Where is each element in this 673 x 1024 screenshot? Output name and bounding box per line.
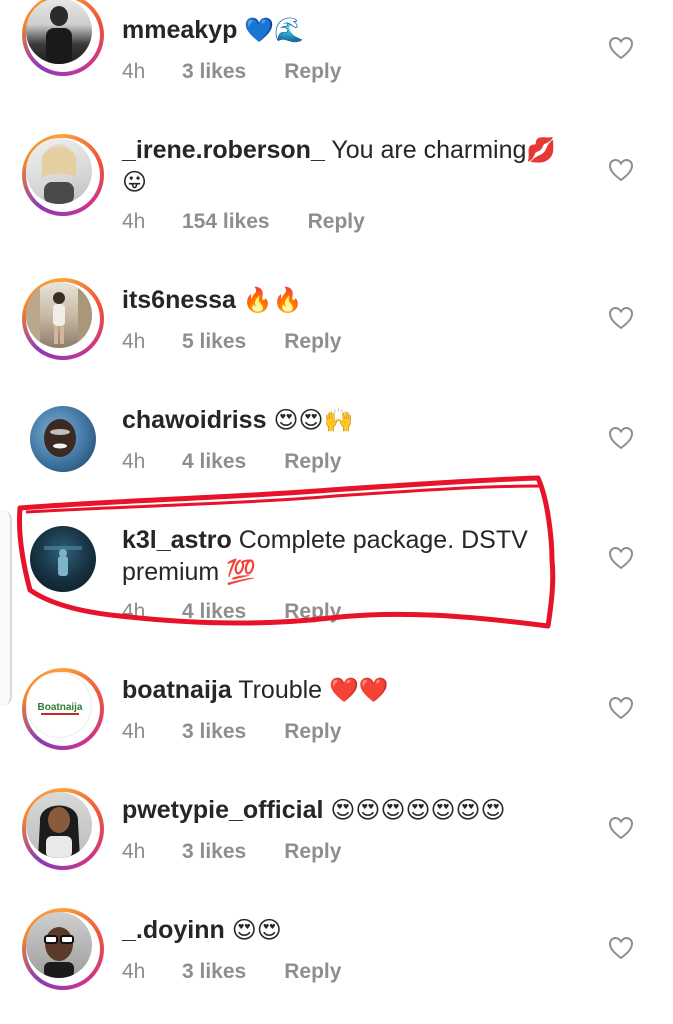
comment-likes[interactable]: 3 likes [182,718,246,746]
comment-text: its6nessa 🔥🔥 [122,284,573,316]
comment-likes[interactable]: 4 likes [182,598,246,626]
reply-button[interactable]: Reply [284,598,341,626]
comment-username[interactable]: boatnaija [122,676,232,704]
comment-time: 4h [122,960,146,983]
avatar[interactable] [22,398,104,480]
reply-button[interactable]: Reply [284,58,341,86]
avatar[interactable] [22,788,104,870]
comment-likes[interactable]: 5 likes [182,328,246,356]
comment-meta: 4h 4 likes Reply [122,598,341,626]
comment-emoji: 😛 [122,168,148,196]
avatar[interactable] [22,0,104,76]
reply-button[interactable]: Reply [284,838,341,866]
comment-username[interactable]: k3l_astro [122,526,232,554]
avatar[interactable] [22,908,104,990]
comment-time: 4h [122,450,146,473]
comment-emoji: 😍😍😍😍😍😍😍 [330,796,506,824]
comment-emoji: 💋 [526,136,557,164]
comment-item: mmeakyp 💙🌊 4h 3 likes Reply [0,0,673,120]
profile-photo-icon [44,546,82,576]
profile-photo-icon [44,419,76,457]
profile-photo-icon [44,927,74,978]
comment-username[interactable]: chawoidriss [122,406,267,434]
comment-meta: 4h 3 likes Reply [122,58,341,86]
heart-icon[interactable] [608,696,634,720]
avatar[interactable] [22,518,104,600]
comment-meta: 4h 154 likes Reply [122,208,365,236]
comment-item: _irene.roberson_ You are charming💋 😛 4h 1… [0,120,673,240]
avatar[interactable]: Boatnaija [22,668,104,750]
avatar[interactable] [22,134,104,216]
comment-username[interactable]: _.doyinn [122,916,225,944]
heart-icon[interactable] [608,426,634,450]
comment-emoji: 💙🌊 [244,16,305,44]
reply-button[interactable]: Reply [284,448,341,476]
reply-button[interactable]: Reply [308,208,365,236]
reply-button[interactable]: Reply [284,718,341,746]
comment-time: 4h [122,600,146,623]
comment-likes[interactable]: 3 likes [182,838,246,866]
profile-photo-icon [46,6,72,64]
comment-meta: 4h 3 likes Reply [122,838,341,866]
reply-button[interactable]: Reply [284,958,341,986]
comment-item: pwetypie_official 😍😍😍😍😍😍😍 4h 3 likes Reply [0,780,673,900]
comment-time: 4h [122,840,146,863]
comment-likes[interactable]: 154 likes [182,208,270,236]
heart-icon[interactable] [608,306,634,330]
comment-username[interactable]: its6nessa [122,286,236,314]
comment-emoji: 😍😍 [231,916,282,944]
comments-screen: mmeakyp 💙🌊 4h 3 likes Reply _irene.roberso… [0,0,673,1024]
heart-icon[interactable] [608,546,634,570]
comment-text: mmeakyp 💙🌊 [122,14,573,44]
profile-photo-icon [38,805,80,858]
comment-meta: 4h 3 likes Reply [122,718,341,746]
comment-likes[interactable]: 3 likes [182,958,246,986]
comment-item: its6nessa 🔥🔥 4h 5 likes Reply [0,270,673,390]
comment-username[interactable]: _irene.roberson_ [122,136,325,164]
comment-text: _irene.roberson_ You are charming💋 😛 [122,134,573,198]
reply-button[interactable]: Reply [284,328,341,356]
comment-body: You are charming [331,136,527,164]
comment-time: 4h [122,210,146,233]
avatar[interactable] [22,278,104,360]
comment-meta: 4h 5 likes Reply [122,328,341,356]
comment-meta: 4h 3 likes Reply [122,958,341,986]
comment-body: Trouble [238,676,323,704]
side-panel-edge [0,510,12,706]
comment-item: k3l_astro Complete package. DSTV premium… [0,510,673,630]
logo-text: Boatnaija [37,702,82,713]
profile-photo-icon [26,282,92,348]
profile-photo-icon [42,144,76,204]
heart-icon[interactable] [608,36,634,60]
comment-item: _.doyinn 😍😍 4h 3 likes Reply [0,900,673,1020]
comment-time: 4h [122,330,146,353]
heart-icon[interactable] [608,936,634,960]
comment-emoji: ❤️❤️ [329,676,389,704]
comment-text: _.doyinn 😍😍 [122,914,573,946]
comment-username[interactable]: mmeakyp [122,16,237,44]
comment-meta: 4h 4 likes Reply [122,448,341,476]
comment-time: 4h [122,60,146,83]
comment-time: 4h [122,720,146,743]
comment-item: Boatnaija boatnaija Trouble ❤️❤️ 4h 3 lik… [0,660,673,780]
comment-text: k3l_astro Complete package. DSTV premium… [122,524,573,588]
comment-item: chawoidriss 😍😍🙌 4h 4 likes Reply [0,390,673,510]
comment-text: boatnaija Trouble ❤️❤️ [122,674,573,706]
comment-text: chawoidriss 😍😍🙌 [122,404,573,436]
comment-likes[interactable]: 4 likes [182,448,246,476]
comment-likes[interactable]: 3 likes [182,58,246,86]
comment-text: pwetypie_official 😍😍😍😍😍😍😍 [122,794,573,826]
heart-icon[interactable] [608,816,634,840]
comment-emoji: 😍😍🙌 [273,406,354,434]
comment-emoji: 🔥🔥 [242,286,303,314]
comment-emoji: 💯 [226,558,257,586]
boatnaija-logo-icon: Boatnaija [37,702,83,715]
comment-username[interactable]: pwetypie_official [122,796,323,824]
heart-icon[interactable] [608,158,634,182]
